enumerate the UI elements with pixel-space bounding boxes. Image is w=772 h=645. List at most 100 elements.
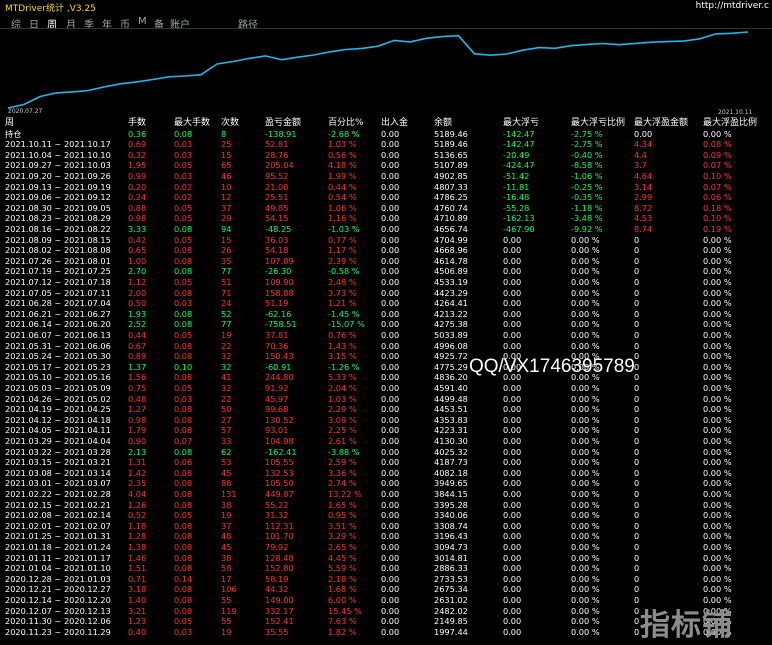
table-cell: 0 bbox=[634, 425, 640, 436]
table-cell: 0.00 % bbox=[571, 531, 600, 542]
table-cell: 0.08 bbox=[174, 319, 193, 330]
table-cell: 58 bbox=[221, 563, 232, 574]
table-row: 2021.02.22 ~ 2021.02.28 4.04 0.08 131 449.87… bbox=[0, 489, 772, 500]
table-cell: 0.02 bbox=[174, 192, 193, 203]
table-cell: 0.00 bbox=[381, 192, 400, 203]
table-cell: 2021.09.27 ~ 2021.10.03 bbox=[5, 160, 111, 171]
table-cell: 132.53 bbox=[265, 467, 294, 478]
table-cell: 2021.02.08 ~ 2021.02.14 bbox=[5, 510, 111, 521]
table-cell: 1.03 % bbox=[328, 393, 357, 404]
table-cell: 0.08 bbox=[174, 605, 193, 616]
table-cell: 4423.29 bbox=[434, 287, 468, 298]
table-cell: 3.7 bbox=[634, 160, 648, 171]
table-cell: 2021.05.24 ~ 2021.05.30 bbox=[5, 351, 111, 362]
table-cell: -2.68 % bbox=[328, 128, 360, 139]
table-cell: 0.00 % bbox=[571, 266, 600, 277]
table-cell: -26.30 bbox=[265, 266, 292, 277]
table-cell: 0.00 bbox=[381, 234, 400, 245]
table-cell: 0.00 bbox=[381, 552, 400, 563]
table-cell: 205.04 bbox=[265, 160, 294, 171]
table-cell: 0.00 bbox=[503, 446, 522, 457]
table-cell: 46 bbox=[221, 171, 232, 181]
table-cell: 95.52 bbox=[265, 171, 289, 181]
table-cell: 0 bbox=[634, 605, 640, 616]
table-cell: 0 bbox=[634, 584, 640, 595]
table-cell: 55 bbox=[221, 595, 232, 605]
table-cell: 0.05 bbox=[174, 213, 193, 224]
table-cell: -138.91 bbox=[265, 128, 297, 139]
table-row: 2021.09.20 ~ 2021.09.26 0.99 0.03 46 95.52 1.… bbox=[0, 171, 772, 182]
table-cell: 2021.02.01 ~ 2021.02.07 bbox=[5, 520, 111, 531]
table-cell: 0.00 bbox=[381, 573, 400, 584]
table-cell: 2021.08.23 ~ 2021.08.29 bbox=[5, 213, 111, 224]
table-cell: 12 bbox=[221, 192, 232, 203]
table-cell: 0.00 % bbox=[571, 277, 600, 287]
table-cell: 0.00 bbox=[381, 128, 400, 139]
table-cell: -142.47 bbox=[503, 139, 535, 150]
table-cell: 0.08 bbox=[174, 128, 193, 139]
table-cell: 0.00 % bbox=[571, 573, 600, 584]
table-cell: 2021.06.21 ~ 2021.06.27 bbox=[5, 308, 111, 319]
table-cell: 0.32 bbox=[128, 149, 147, 160]
table-cell: 4704.99 bbox=[434, 234, 468, 245]
table-cell: 5033.89 bbox=[434, 330, 468, 340]
table-cell: 149.00 bbox=[265, 595, 294, 605]
table-cell: 4591.40 bbox=[434, 383, 468, 393]
table-cell: 0.75 bbox=[128, 383, 147, 393]
table-cell: 0.89 bbox=[128, 351, 147, 362]
table-cell: 2149.85 bbox=[434, 616, 468, 627]
table-cell: 1.95 bbox=[128, 160, 147, 171]
table-cell: 0.05 bbox=[174, 234, 193, 245]
table-cell: 35.55 bbox=[265, 626, 289, 637]
table-cell: 0.00 bbox=[381, 330, 400, 340]
table-cell: 28.76 bbox=[265, 149, 289, 160]
table-cell: 332.17 bbox=[265, 605, 294, 616]
table-cell: 45 bbox=[221, 542, 232, 552]
table-cell: 0.00 % bbox=[571, 298, 600, 309]
table-cell: 0 bbox=[634, 499, 640, 510]
table-cell: 4213.22 bbox=[434, 308, 468, 319]
table-cell: 1997.44 bbox=[434, 626, 468, 637]
table-cell: 19 bbox=[221, 330, 232, 340]
table-cell: 2021.05.31 ~ 2021.06.06 bbox=[5, 340, 111, 351]
column-header: 百分比% bbox=[328, 118, 364, 128]
table-cell: 0.00 bbox=[503, 287, 522, 298]
table-cell: 0.56 % bbox=[328, 149, 357, 160]
table-cell: 101.70 bbox=[265, 531, 294, 542]
table-cell: 0.00 bbox=[503, 605, 522, 616]
table-cell: 15.45 % bbox=[328, 605, 362, 616]
tab-7[interactable]: M bbox=[138, 16, 147, 27]
table-cell: 0.18 % bbox=[703, 202, 732, 213]
table-cell: 4275.38 bbox=[434, 319, 468, 330]
table-cell: 0.00 bbox=[381, 224, 400, 234]
table-cell: 4.18 % bbox=[328, 160, 357, 171]
table-cell: -162.41 bbox=[265, 446, 297, 457]
table-cell: 0.08 bbox=[174, 584, 193, 595]
table-cell: 2.13 bbox=[128, 446, 147, 457]
table-cell: 0.00 bbox=[381, 181, 400, 192]
table-cell: 49.85 bbox=[265, 202, 289, 213]
table-cell: 0.00 % bbox=[571, 510, 600, 521]
table-cell: 0.00 bbox=[503, 425, 522, 436]
table-cell: 2.29 % bbox=[328, 404, 357, 415]
table-cell: 0.05 bbox=[174, 277, 193, 287]
table-cell: -15.07 % bbox=[328, 319, 365, 330]
table-cell: 0.08 bbox=[174, 446, 193, 457]
table-cell: 2021.08.30 ~ 2021.09.05 bbox=[5, 202, 111, 213]
table-cell: 0.52 bbox=[128, 510, 147, 521]
table-row: 2021.01.25 ~ 2021.01.31 1.28 0.08 48 101.70 3… bbox=[0, 531, 772, 542]
table-cell: 0.00 % bbox=[703, 510, 732, 521]
table-cell: 1.21 % bbox=[328, 298, 357, 309]
table-cell: 4264.41 bbox=[434, 298, 468, 309]
table-cell: 0.00 % bbox=[571, 425, 600, 436]
table-cell: 0.00 bbox=[381, 149, 400, 160]
table-cell: 0.05 bbox=[174, 202, 193, 213]
table-cell: 4807.33 bbox=[434, 181, 468, 192]
table-cell: 2021.02.22 ~ 2021.02.28 bbox=[5, 489, 111, 499]
table-cell: 0 bbox=[634, 340, 640, 351]
table-cell: 0.00 bbox=[381, 605, 400, 616]
table-cell: 4.4 bbox=[634, 149, 648, 160]
table-cell: 0.00 bbox=[381, 287, 400, 298]
website-link[interactable]: http://mtdriver.c bbox=[696, 1, 769, 11]
table-cell: 158.88 bbox=[265, 287, 294, 298]
